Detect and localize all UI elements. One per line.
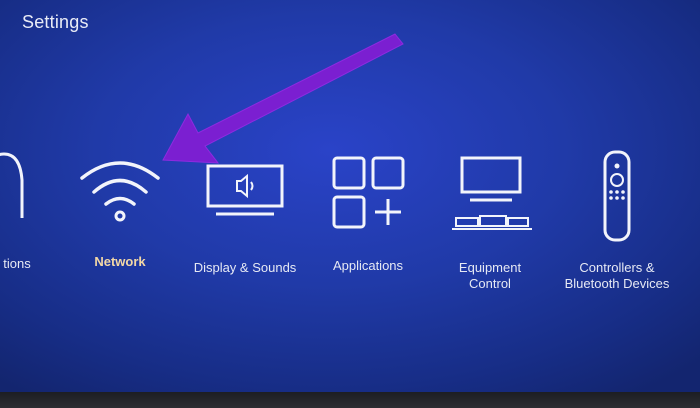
menu-item-label-line1: Equipment — [458, 260, 522, 275]
menu-item-network[interactable]: Network — [70, 150, 170, 270]
applications-grid-icon — [332, 156, 405, 229]
menu-item-label: Display & Sounds — [193, 260, 297, 275]
menu-item-notifications[interactable]: tions — [0, 150, 60, 272]
annotation-arrow-shape — [162, 33, 404, 164]
menu-item-label-line2: Bluetooth Devices — [564, 276, 670, 291]
menu-item-label: Network — [94, 254, 146, 269]
remote-control-icon — [603, 150, 631, 242]
tv-screen: Settings tions Network Display & Sounds — [0, 0, 700, 392]
display-sound-icon — [206, 164, 284, 216]
wifi-icon — [80, 161, 160, 222]
menu-item-label: tions — [3, 256, 31, 271]
menu-item-label-line1: Controllers & — [579, 260, 655, 275]
page-title: Settings — [22, 12, 89, 32]
menu-item-label-line2: Control — [469, 276, 511, 291]
tv-bezel — [0, 392, 700, 408]
menu-item-display-sounds[interactable]: Display & Sounds — [190, 160, 300, 276]
notifications-bell-icon — [0, 152, 24, 218]
menu-item-controllers-bluetooth[interactable]: Controllers & Bluetooth Devices — [552, 148, 682, 292]
menu-item-label: Applications — [332, 258, 404, 273]
equipment-control-icon — [452, 156, 532, 230]
menu-item-equipment-control[interactable]: Equipment Control — [440, 152, 540, 292]
menu-item-applications[interactable]: Applications — [318, 152, 418, 274]
